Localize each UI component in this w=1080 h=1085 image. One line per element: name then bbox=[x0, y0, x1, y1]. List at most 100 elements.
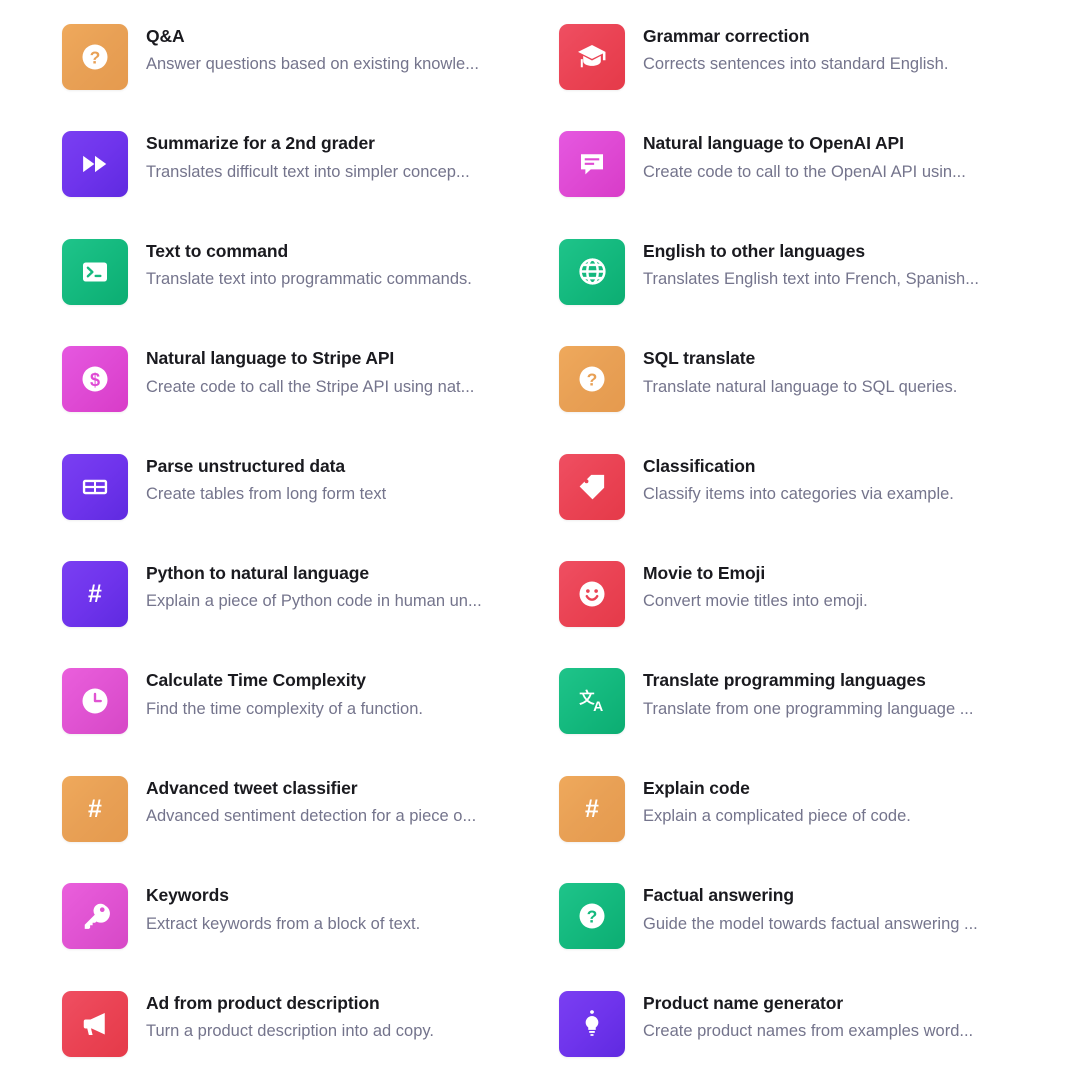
prompt-card[interactable]: Natural language to OpenAI API Create cod… bbox=[559, 131, 1056, 198]
clock-icon bbox=[62, 668, 128, 735]
prompt-card-description: Create code to call the Stripe API using… bbox=[146, 377, 475, 396]
prompt-card-title: Natural language to OpenAI API bbox=[643, 133, 904, 154]
prompt-card-title: Calculate Time Complexity bbox=[146, 670, 366, 691]
prompt-card-text: Advanced tweet classifier Advanced sentim… bbox=[146, 776, 476, 828]
svg-text:?: ? bbox=[587, 907, 598, 927]
prompt-card-title: SQL translate bbox=[643, 348, 756, 369]
prompt-card-text: Product name generator Create product nam… bbox=[643, 991, 973, 1043]
prompt-card-description: Translate natural language to SQL querie… bbox=[643, 377, 958, 396]
prompt-card[interactable]: 文 A Translate programming languages Transla… bbox=[559, 668, 1056, 735]
prompt-card[interactable]: Grammar correction Corrects sentences int… bbox=[559, 24, 1056, 90]
fast-forward-icon bbox=[62, 131, 128, 198]
prompt-card-description: Translates English text into French, Spa… bbox=[643, 270, 979, 289]
svg-text:$: $ bbox=[90, 370, 100, 390]
key-icon bbox=[62, 883, 128, 950]
prompt-card-text: Factual answering Guide the model towards… bbox=[643, 883, 978, 935]
prompt-card-title: English to other languages bbox=[643, 240, 866, 261]
translate-icon: 文A bbox=[559, 668, 625, 735]
prompt-card-text: Classification Classify items into catego… bbox=[643, 454, 954, 506]
prompt-card-title: Summarize for a 2nd grader bbox=[146, 133, 375, 154]
hash-icon: # bbox=[62, 560, 128, 627]
prompt-card[interactable]: English to other languages Translates Eng… bbox=[559, 238, 1056, 305]
prompt-card-title: Explain code bbox=[643, 777, 750, 798]
prompt-card[interactable]: ? Q&A Answer questions based on existing k… bbox=[62, 24, 559, 90]
prompt-card-description: Create code to call to the OpenAI API us… bbox=[643, 162, 966, 181]
prompt-card-text: Q&A Answer questions based on existing kn… bbox=[146, 24, 479, 76]
prompt-card-description: Explain a complicated piece of code. bbox=[643, 807, 911, 826]
prompt-card-text: Natural language to Stripe API Create cod… bbox=[146, 346, 474, 398]
prompt-card-text: Natural language to OpenAI API Create cod… bbox=[643, 131, 966, 183]
prompt-card[interactable]: ? Factual answering Guide the model toward… bbox=[559, 883, 1056, 950]
prompt-card-title: Ad from product description bbox=[146, 992, 380, 1013]
terminal-icon bbox=[62, 238, 128, 305]
prompt-card-text: Parse unstructured data Create tables fro… bbox=[146, 454, 386, 506]
svg-text:?: ? bbox=[587, 370, 598, 390]
prompt-card-text: English to other languages Translates Eng… bbox=[643, 239, 979, 291]
svg-text:#: # bbox=[88, 580, 102, 608]
prompt-card[interactable]: Product name generator Create product nam… bbox=[559, 990, 1056, 1057]
prompt-card-description: Find the time complexity of a function. bbox=[146, 699, 423, 718]
prompt-card-description: Corrects sentences into standard English… bbox=[643, 55, 949, 74]
graduation-cap-icon bbox=[559, 24, 625, 90]
prompt-card-title: Movie to Emoji bbox=[643, 562, 766, 583]
prompt-card-description: Guide the model towards factual answerin… bbox=[643, 914, 978, 933]
prompt-card-description: Translates difficult text into simpler c… bbox=[146, 162, 470, 181]
question-mark-circle-icon: ? bbox=[559, 883, 625, 950]
prompt-card-title: Text to command bbox=[146, 240, 289, 261]
prompt-card-text: Keywords Extract keywords from a block of… bbox=[146, 883, 420, 935]
prompt-card-description: Convert movie titles into emoji. bbox=[643, 592, 868, 611]
megaphone-icon bbox=[62, 990, 128, 1057]
prompt-card[interactable]: Calculate Time Complexity Find the time c… bbox=[62, 668, 559, 735]
prompt-card-title: Keywords bbox=[146, 885, 229, 906]
prompt-card[interactable]: # Explain code Explain a complicated piece… bbox=[559, 775, 1056, 842]
svg-text:A: A bbox=[593, 698, 603, 714]
prompt-card-description: Answer questions based on existing knowl… bbox=[146, 55, 479, 74]
prompt-card-description: Classify items into categories via examp… bbox=[643, 484, 954, 503]
globe-icon bbox=[559, 238, 625, 305]
svg-text:#: # bbox=[88, 795, 102, 823]
prompt-card-title: Natural language to Stripe API bbox=[146, 348, 395, 369]
prompt-card-text: Summarize for a 2nd grader Translates dif… bbox=[146, 131, 470, 183]
prompt-card-text: Grammar correction Corrects sentences int… bbox=[643, 24, 948, 76]
prompt-card-title: Advanced tweet classifier bbox=[146, 777, 358, 798]
prompt-card-title: Product name generator bbox=[643, 992, 844, 1013]
prompt-card-description: Advanced sentiment detection for a piece… bbox=[146, 807, 477, 826]
prompt-card[interactable]: ? SQL translate Translate natural language… bbox=[559, 346, 1056, 413]
dollar-circle-icon: $ bbox=[62, 346, 128, 413]
prompt-card[interactable]: $ Natural language to Stripe API Create co… bbox=[62, 346, 559, 413]
prompt-card[interactable]: Keywords Extract keywords from a block of… bbox=[62, 883, 559, 950]
prompt-card-description: Explain a piece of Python code in human … bbox=[146, 592, 482, 611]
prompt-card-text: Ad from product description Turn a produc… bbox=[146, 991, 434, 1043]
chat-bubble-icon bbox=[559, 131, 625, 198]
prompt-card[interactable]: Movie to Emoji Convert movie titles into … bbox=[559, 560, 1056, 627]
hash-icon: # bbox=[559, 775, 625, 842]
prompt-card-text: Calculate Time Complexity Find the time c… bbox=[146, 668, 423, 720]
prompt-card[interactable]: Ad from product description Turn a produc… bbox=[62, 990, 559, 1057]
prompt-card-title: Python to natural language bbox=[146, 562, 369, 583]
prompt-card-description: Create product names from examples word.… bbox=[643, 1021, 974, 1040]
smiley-face-icon bbox=[559, 560, 625, 627]
prompt-card-title: Classification bbox=[643, 455, 756, 476]
prompt-card-text: SQL translate Translate natural language … bbox=[643, 346, 957, 398]
prompt-card-description: Create tables from long form text bbox=[146, 484, 387, 503]
prompt-card-description: Extract keywords from a block of text. bbox=[146, 914, 421, 933]
prompt-card-description: Translate text into programmatic command… bbox=[146, 270, 472, 289]
prompt-card[interactable]: Text to command Translate text into progr… bbox=[62, 238, 559, 305]
hash-icon: # bbox=[62, 775, 128, 842]
prompt-card-text: Python to natural language Explain a piec… bbox=[146, 561, 482, 613]
prompt-card[interactable]: Classification Classify items into catego… bbox=[559, 453, 1056, 520]
prompt-card-description: Turn a product description into ad copy. bbox=[146, 1021, 434, 1040]
prompt-card[interactable]: # Advanced tweet classifier Advanced senti… bbox=[62, 775, 559, 842]
svg-text:?: ? bbox=[90, 48, 101, 68]
prompt-card-text: Movie to Emoji Convert movie titles into … bbox=[643, 561, 868, 613]
prompt-card-text: Translate programming languages Translate… bbox=[643, 668, 973, 720]
prompt-examples-grid: ? Q&A Answer questions based on existing k… bbox=[0, 0, 1080, 1085]
svg-text:#: # bbox=[585, 795, 599, 823]
lightbulb-icon bbox=[559, 990, 625, 1057]
prompt-card[interactable]: Summarize for a 2nd grader Translates dif… bbox=[62, 131, 559, 198]
table-icon bbox=[62, 453, 128, 520]
prompt-card-text: Explain code Explain a complicated piece … bbox=[643, 776, 911, 828]
prompt-card[interactable]: # Python to natural language Explain a pie… bbox=[62, 560, 559, 627]
prompt-card[interactable]: Parse unstructured data Create tables fro… bbox=[62, 453, 559, 520]
prompt-card-title: Grammar correction bbox=[643, 26, 810, 46]
